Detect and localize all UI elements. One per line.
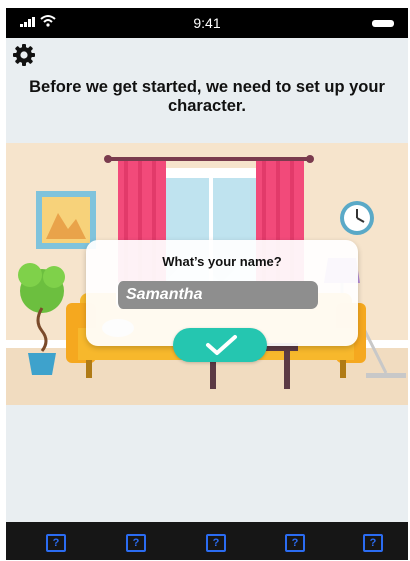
name-input[interactable]: [116, 281, 318, 309]
status-time: 9:41: [193, 15, 221, 31]
tab-item-1[interactable]: ?: [46, 534, 66, 552]
status-bar: 9:41: [6, 8, 408, 38]
app-screen: 9:41 Before we get started, we need to s…: [6, 8, 408, 560]
intro-text: Before we get started, we need to set up…: [29, 78, 385, 115]
confirm-button[interactable]: [173, 328, 267, 362]
tab-item-3[interactable]: ?: [206, 534, 226, 552]
checkmark-icon: [206, 335, 237, 355]
tab-item-2[interactable]: ?: [126, 534, 146, 552]
battery-icon: [372, 20, 394, 27]
tab-item-5[interactable]: ?: [363, 534, 383, 552]
tab-bar: ? ? ? ? ?: [6, 522, 408, 560]
gear-icon[interactable]: [12, 43, 36, 67]
name-question: What’s your name?: [162, 254, 282, 269]
tab-item-4[interactable]: ?: [285, 534, 305, 552]
